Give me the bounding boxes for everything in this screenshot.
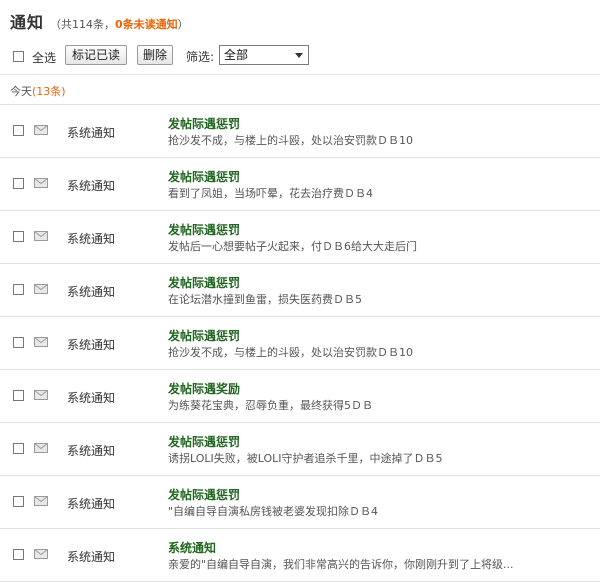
notice-subject[interactable]: 发帖际遇惩罚 — [168, 274, 240, 291]
notice-row[interactable]: 系统通知 发帖际遇惩罚 发帖后一心想要帖子火起来，付ＤＢ6给大大走后门 — [0, 211, 600, 264]
summary-suffix: ） — [177, 18, 189, 31]
notice-type: 系统通知 — [67, 391, 116, 405]
notice-body: 发帖后一心想要帖子火起来，付ＤＢ6给大大走后门 — [168, 240, 417, 253]
row-checkbox[interactable] — [13, 231, 24, 242]
notice-summary: （共114条，0条未读通知） — [50, 16, 189, 32]
chevron-down-icon — [295, 53, 303, 58]
notice-body: 亲爱的"自编自导自演，我们非常高兴的告诉你，你刚刚升到了上将级... — [168, 558, 514, 571]
envelope-icon — [34, 496, 48, 506]
notice-body: 抢沙发不成，与楼上的斗殴，处以治安罚款ＤＢ10 — [168, 134, 413, 147]
notice-type: 系统通知 — [67, 444, 116, 458]
notice-subject[interactable]: 发帖际遇惩罚 — [168, 168, 240, 185]
notice-list: 系统通知 发帖际遇惩罚 抢沙发不成，与楼上的斗殴，处以治安罚款ＤＢ10 系统通知… — [0, 104, 600, 582]
notice-row[interactable]: 系统通知 发帖际遇惩罚 "自编自导自演私房钱被老婆发现扣除ＤＢ4 — [0, 476, 600, 529]
notice-type: 系统通知 — [67, 126, 116, 140]
notice-body: 看到了凤姐，当场吓晕，花去治疗费ＤＢ4 — [168, 187, 373, 200]
notice-type: 系统通知 — [67, 179, 116, 193]
row-checkbox[interactable] — [13, 390, 24, 401]
filter-select[interactable]: 全部 — [219, 45, 309, 65]
mark-read-button[interactable]: 标记已读 — [65, 45, 127, 65]
notice-subject[interactable]: 发帖际遇惩罚 — [168, 221, 240, 238]
section-header-today: 今天(13条) — [10, 83, 66, 99]
section-count: (13条) — [32, 85, 66, 98]
page-title: 通知 — [10, 13, 45, 32]
delete-button[interactable]: 删除 — [137, 45, 173, 65]
row-checkbox[interactable] — [13, 443, 24, 454]
envelope-icon — [34, 284, 48, 294]
notice-body: 诱拐LOLI失败，被LOLI守护者追杀千里，中途掉了ＤＢ5 — [168, 452, 443, 465]
notice-subject[interactable]: 发帖际遇奖励 — [168, 380, 240, 397]
notice-body: 在论坛潜水撞到鱼雷，损失医药费ＤＢ5 — [168, 293, 362, 306]
notice-body: 抢沙发不成，与楼上的斗殴，处以治安罚款ＤＢ10 — [168, 346, 413, 359]
notice-type: 系统通知 — [67, 497, 116, 511]
notice-row[interactable]: 系统通知 发帖际遇惩罚 抢沙发不成，与楼上的斗殴，处以治安罚款ＤＢ10 — [0, 317, 600, 370]
envelope-icon — [34, 549, 48, 559]
row-checkbox[interactable] — [13, 549, 24, 560]
notice-row[interactable]: 系统通知 发帖际遇惩罚 诱拐LOLI失败，被LOLI守护者追杀千里，中途掉了ＤＢ… — [0, 423, 600, 476]
notice-type: 系统通知 — [67, 285, 116, 299]
envelope-icon — [34, 178, 48, 188]
filter-label: 筛选: — [186, 50, 215, 64]
toolbar: 全选 标记已读 删除 筛选: 全部 — [0, 40, 600, 75]
envelope-icon — [34, 443, 48, 453]
page-header: 通知 （共114条，0条未读通知） — [10, 9, 189, 33]
envelope-icon — [34, 125, 48, 135]
notice-subject[interactable]: 发帖际遇惩罚 — [168, 327, 240, 344]
notice-body: "自编自导自演私房钱被老婆发现扣除ＤＢ4 — [168, 505, 379, 518]
row-checkbox[interactable] — [13, 178, 24, 189]
row-checkbox[interactable] — [13, 284, 24, 295]
row-checkbox[interactable] — [13, 496, 24, 507]
row-checkbox[interactable] — [13, 125, 24, 136]
notice-type: 系统通知 — [67, 550, 116, 564]
notice-type: 系统通知 — [67, 232, 116, 246]
notice-row[interactable]: 系统通知 发帖际遇惩罚 看到了凤姐，当场吓晕，花去治疗费ＤＢ4 — [0, 158, 600, 211]
unread-count: 0条未读通知 — [115, 18, 178, 31]
section-label: 今天 — [10, 85, 32, 98]
notice-subject[interactable]: 发帖际遇惩罚 — [168, 486, 240, 503]
select-all-checkbox[interactable] — [13, 51, 24, 62]
envelope-icon — [34, 231, 48, 241]
notice-row[interactable]: 系统通知 发帖际遇惩罚 在论坛潜水撞到鱼雷，损失医药费ＤＢ5 — [0, 264, 600, 317]
envelope-icon — [34, 337, 48, 347]
select-all-label[interactable]: 全选 — [32, 49, 56, 66]
notice-subject[interactable]: 发帖际遇惩罚 — [168, 115, 240, 132]
notice-type: 系统通知 — [67, 338, 116, 352]
row-checkbox[interactable] — [13, 337, 24, 348]
summary-prefix: （共114条， — [50, 18, 116, 31]
notice-subject[interactable]: 发帖际遇惩罚 — [168, 433, 240, 450]
notice-row[interactable]: 系统通知 发帖际遇奖励 为练葵花宝典，忍辱负重，最终获得5ＤＢ — [0, 370, 600, 423]
notice-row[interactable]: 系统通知 系统通知 亲爱的"自编自导自演，我们非常高兴的告诉你，你刚刚升到了上将… — [0, 529, 600, 582]
notice-body: 为练葵花宝典，忍辱负重，最终获得5ＤＢ — [168, 399, 373, 412]
notice-subject[interactable]: 系统通知 — [168, 539, 216, 556]
filter-select-value: 全部 — [224, 48, 249, 62]
notice-row[interactable]: 系统通知 发帖际遇惩罚 抢沙发不成，与楼上的斗殴，处以治安罚款ＤＢ10 — [0, 104, 600, 158]
envelope-icon — [34, 390, 48, 400]
